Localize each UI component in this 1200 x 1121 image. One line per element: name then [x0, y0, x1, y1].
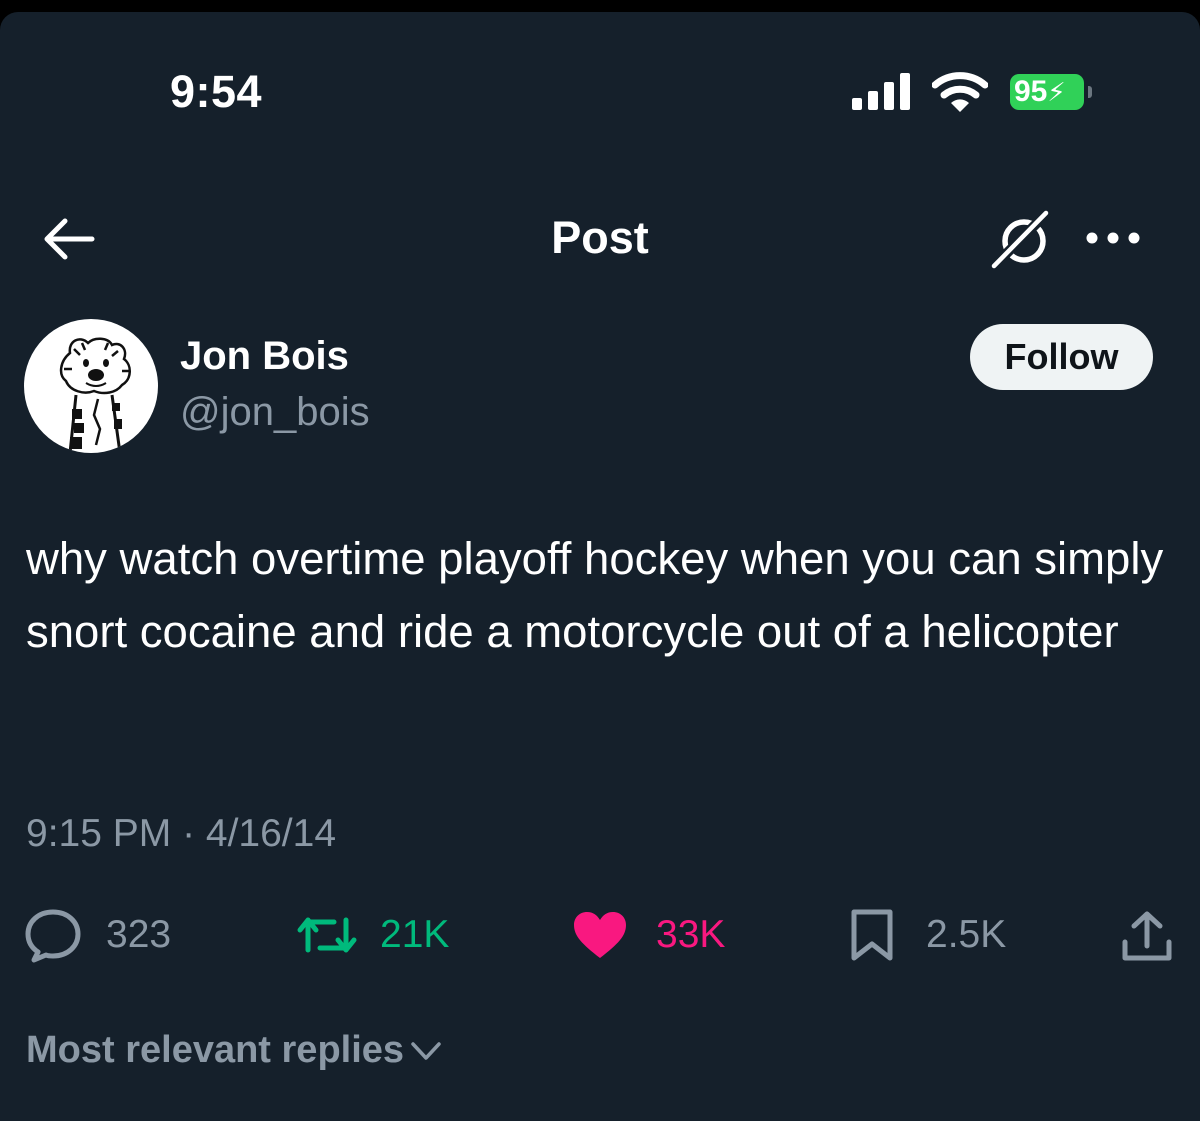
post-timestamp[interactable]: 9:15 PM · 4/16/14 [26, 812, 336, 856]
share-icon[interactable] [1120, 910, 1174, 964]
more-options-icon[interactable] [1085, 225, 1141, 251]
author-name[interactable]: Jon Bois [180, 334, 349, 379]
cellular-signal-icon [852, 73, 910, 110]
battery-level: 95⚡ [1010, 74, 1084, 110]
heart-icon [574, 912, 626, 958]
chevron-down-icon [411, 1041, 441, 1060]
reply-button[interactable]: 323 [24, 905, 171, 965]
replies-sort-dropdown[interactable]: Most relevant replies [26, 1029, 442, 1072]
bookmark-count: 2.5K [926, 913, 1007, 956]
screen-corner-right [1164, 12, 1200, 48]
like-count: 33K [656, 913, 726, 956]
reply-count: 323 [106, 913, 172, 956]
repost-icon [297, 917, 357, 953]
status-time: 9:54 [170, 66, 263, 117]
post-text: why watch overtime playoff hockey when y… [26, 533, 1164, 657]
bookmark-button[interactable]: 2.5K [850, 905, 1006, 965]
repost-count: 21K [380, 913, 450, 956]
bookmark-icon [851, 909, 893, 961]
avatar[interactable] [24, 319, 158, 453]
follow-button[interactable]: Follow [970, 324, 1153, 390]
author-handle[interactable]: @jon_bois [180, 390, 370, 435]
grok-icon[interactable] [990, 208, 1054, 272]
like-button[interactable]: 33K [572, 905, 725, 965]
repost-button[interactable]: 21K [296, 905, 449, 965]
battery-indicator: 95⚡ [1010, 74, 1092, 110]
replies-sort-label: Most relevant replies [26, 1029, 405, 1071]
reply-icon [25, 909, 81, 963]
screen-top-border [0, 0, 1200, 12]
tiger-avatar-icon [59, 337, 131, 453]
screen-corner-left [0, 12, 36, 48]
wifi-icon [932, 72, 988, 112]
